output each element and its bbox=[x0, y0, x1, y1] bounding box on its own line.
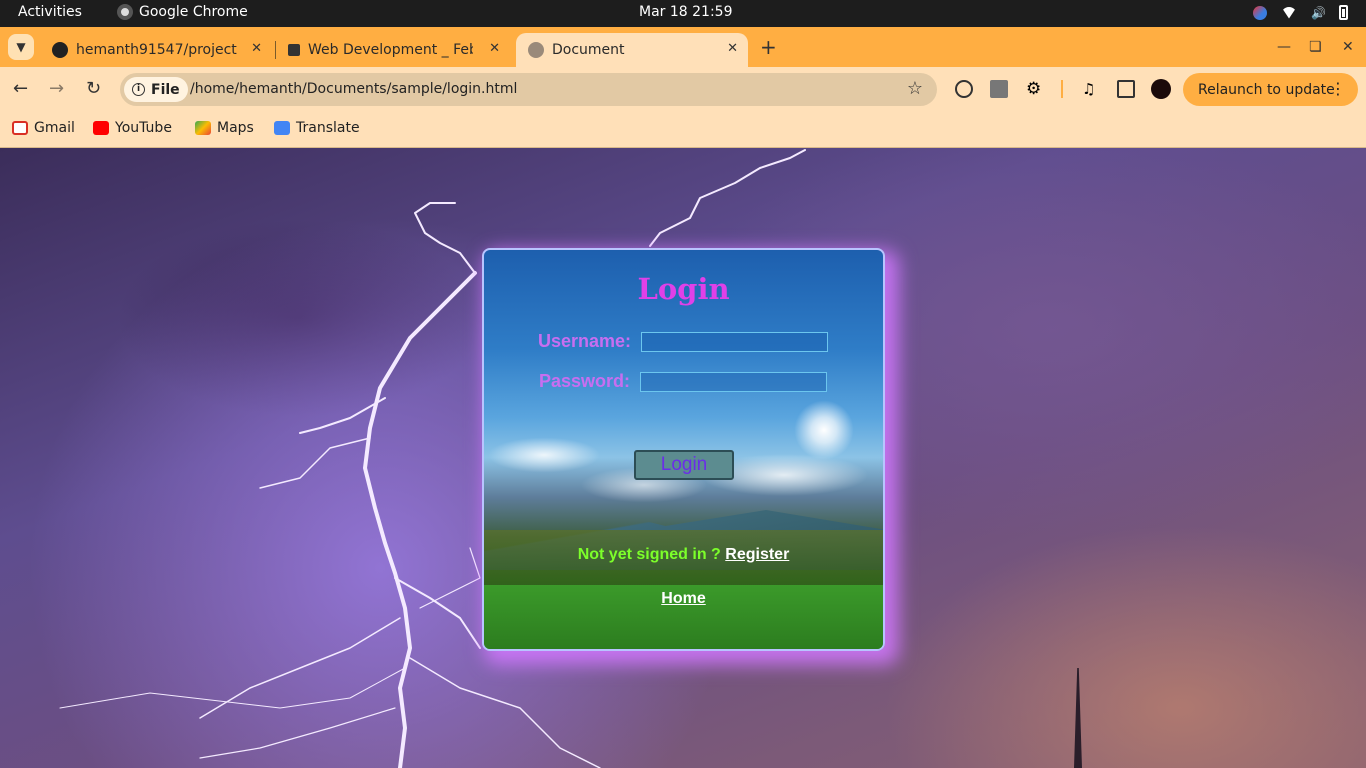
site-info-label: File bbox=[151, 81, 180, 98]
clock[interactable]: Mar 18 21:59 bbox=[639, 4, 732, 20]
page-viewport: Login Username: Password: Login Not yet … bbox=[0, 148, 1366, 768]
browser-toolbar: ← → ↻ i File /home/hemanth/Documents/sam… bbox=[0, 67, 1366, 112]
close-icon[interactable]: ✕ bbox=[727, 41, 738, 56]
bookmark-label: Maps bbox=[217, 120, 254, 136]
card-background-sun bbox=[794, 400, 854, 460]
bookmarks-bar: Gmail YouTube Maps Translate bbox=[0, 112, 1366, 148]
bookmark-gmail[interactable]: Gmail bbox=[12, 120, 75, 136]
github-icon bbox=[52, 42, 68, 58]
register-prompt: Not yet signed in ? Register bbox=[484, 546, 883, 564]
volume-icon[interactable]: 🔊 bbox=[1311, 6, 1326, 20]
media-controls-icon[interactable]: ♫ bbox=[1082, 80, 1100, 98]
system-tray[interactable]: 🔊 bbox=[1253, 5, 1348, 20]
tab-title: Document bbox=[552, 42, 625, 58]
info-icon: i bbox=[132, 83, 145, 96]
login-card: Login Username: Password: Login Not yet … bbox=[482, 248, 885, 651]
translate-icon bbox=[274, 121, 290, 135]
maps-icon bbox=[195, 121, 211, 135]
tab-search-button[interactable]: ▼ bbox=[8, 34, 34, 60]
side-panel-icon[interactable] bbox=[1117, 80, 1135, 98]
username-label: Username: bbox=[538, 331, 632, 351]
minimize-button[interactable]: — bbox=[1277, 39, 1291, 55]
battery-icon[interactable] bbox=[1339, 5, 1348, 20]
bookmark-label: Gmail bbox=[34, 120, 75, 136]
bookmark-star-icon[interactable]: ☆ bbox=[907, 78, 923, 99]
new-tab-button[interactable]: + bbox=[760, 37, 777, 57]
home-link[interactable]: Home bbox=[484, 590, 883, 608]
more-menu-icon[interactable]: ⋮ bbox=[1330, 79, 1346, 98]
globe-icon bbox=[528, 42, 544, 58]
back-button[interactable]: ← bbox=[13, 79, 28, 99]
wifi-icon[interactable] bbox=[1281, 6, 1297, 19]
relaunch-to-update-button[interactable]: Relaunch to update ⋮ bbox=[1183, 73, 1358, 106]
close-icon[interactable]: ✕ bbox=[489, 41, 500, 56]
tab-web-development[interactable]: Web Development _ Feb ✕ bbox=[276, 33, 510, 67]
password-input[interactable] bbox=[640, 372, 827, 392]
app-name: Google Chrome bbox=[139, 4, 248, 20]
address-bar[interactable]: i File /home/hemanth/Documents/sample/lo… bbox=[120, 73, 937, 106]
login-button[interactable]: Login bbox=[634, 450, 734, 480]
restore-button[interactable]: ❏ bbox=[1309, 39, 1322, 55]
relaunch-label: Relaunch to update bbox=[1198, 81, 1335, 98]
login-title: Login bbox=[637, 272, 730, 306]
close-window-button[interactable]: ✕ bbox=[1342, 39, 1354, 55]
close-icon[interactable]: ✕ bbox=[251, 41, 262, 56]
tab-title: hemanth91547/project bbox=[76, 42, 237, 58]
tab-title: Web Development _ Feb bbox=[308, 42, 473, 58]
youtube-icon bbox=[93, 121, 109, 135]
bookmark-label: YouTube bbox=[115, 120, 172, 136]
chrome-icon bbox=[117, 4, 133, 20]
password-label: Password: bbox=[539, 371, 631, 391]
tab-github[interactable]: hemanth91547/project ✕ bbox=[40, 33, 272, 67]
site-info-chip[interactable]: i File bbox=[124, 77, 188, 102]
chrome-update-indicator-icon[interactable] bbox=[1253, 5, 1267, 20]
bookmark-maps[interactable]: Maps bbox=[195, 120, 254, 136]
tab-strip: ▼ hemanth91547/project ✕ Web Development… bbox=[0, 27, 1366, 67]
register-question: Not yet signed in ? bbox=[577, 546, 721, 563]
bookmark-translate[interactable]: Translate bbox=[274, 120, 360, 136]
extensions-puzzle-icon[interactable]: ⚙ bbox=[1026, 80, 1044, 98]
app-menu[interactable]: Google Chrome bbox=[117, 4, 248, 20]
url-text[interactable]: /home/hemanth/Documents/sample/login.htm… bbox=[190, 81, 517, 97]
bookmark-youtube[interactable]: YouTube bbox=[93, 120, 172, 136]
username-input[interactable] bbox=[641, 332, 828, 352]
extension-icon[interactable] bbox=[955, 80, 973, 98]
tab-document[interactable]: Document ✕ bbox=[516, 33, 748, 67]
register-link[interactable]: Register bbox=[725, 546, 789, 563]
toolbar-divider bbox=[1061, 80, 1063, 98]
extension-image-icon[interactable] bbox=[990, 80, 1008, 98]
doc-icon bbox=[288, 44, 300, 56]
profile-avatar[interactable] bbox=[1151, 79, 1171, 99]
bookmark-label: Translate bbox=[296, 120, 360, 136]
home-link-label[interactable]: Home bbox=[661, 590, 705, 607]
activities-button[interactable]: Activities bbox=[18, 4, 82, 20]
system-top-bar: Activities Google Chrome Mar 18 21:59 🔊 bbox=[0, 0, 1366, 27]
forward-button[interactable]: → bbox=[49, 79, 64, 99]
gmail-icon bbox=[12, 121, 28, 135]
reload-button[interactable]: ↻ bbox=[86, 79, 101, 99]
